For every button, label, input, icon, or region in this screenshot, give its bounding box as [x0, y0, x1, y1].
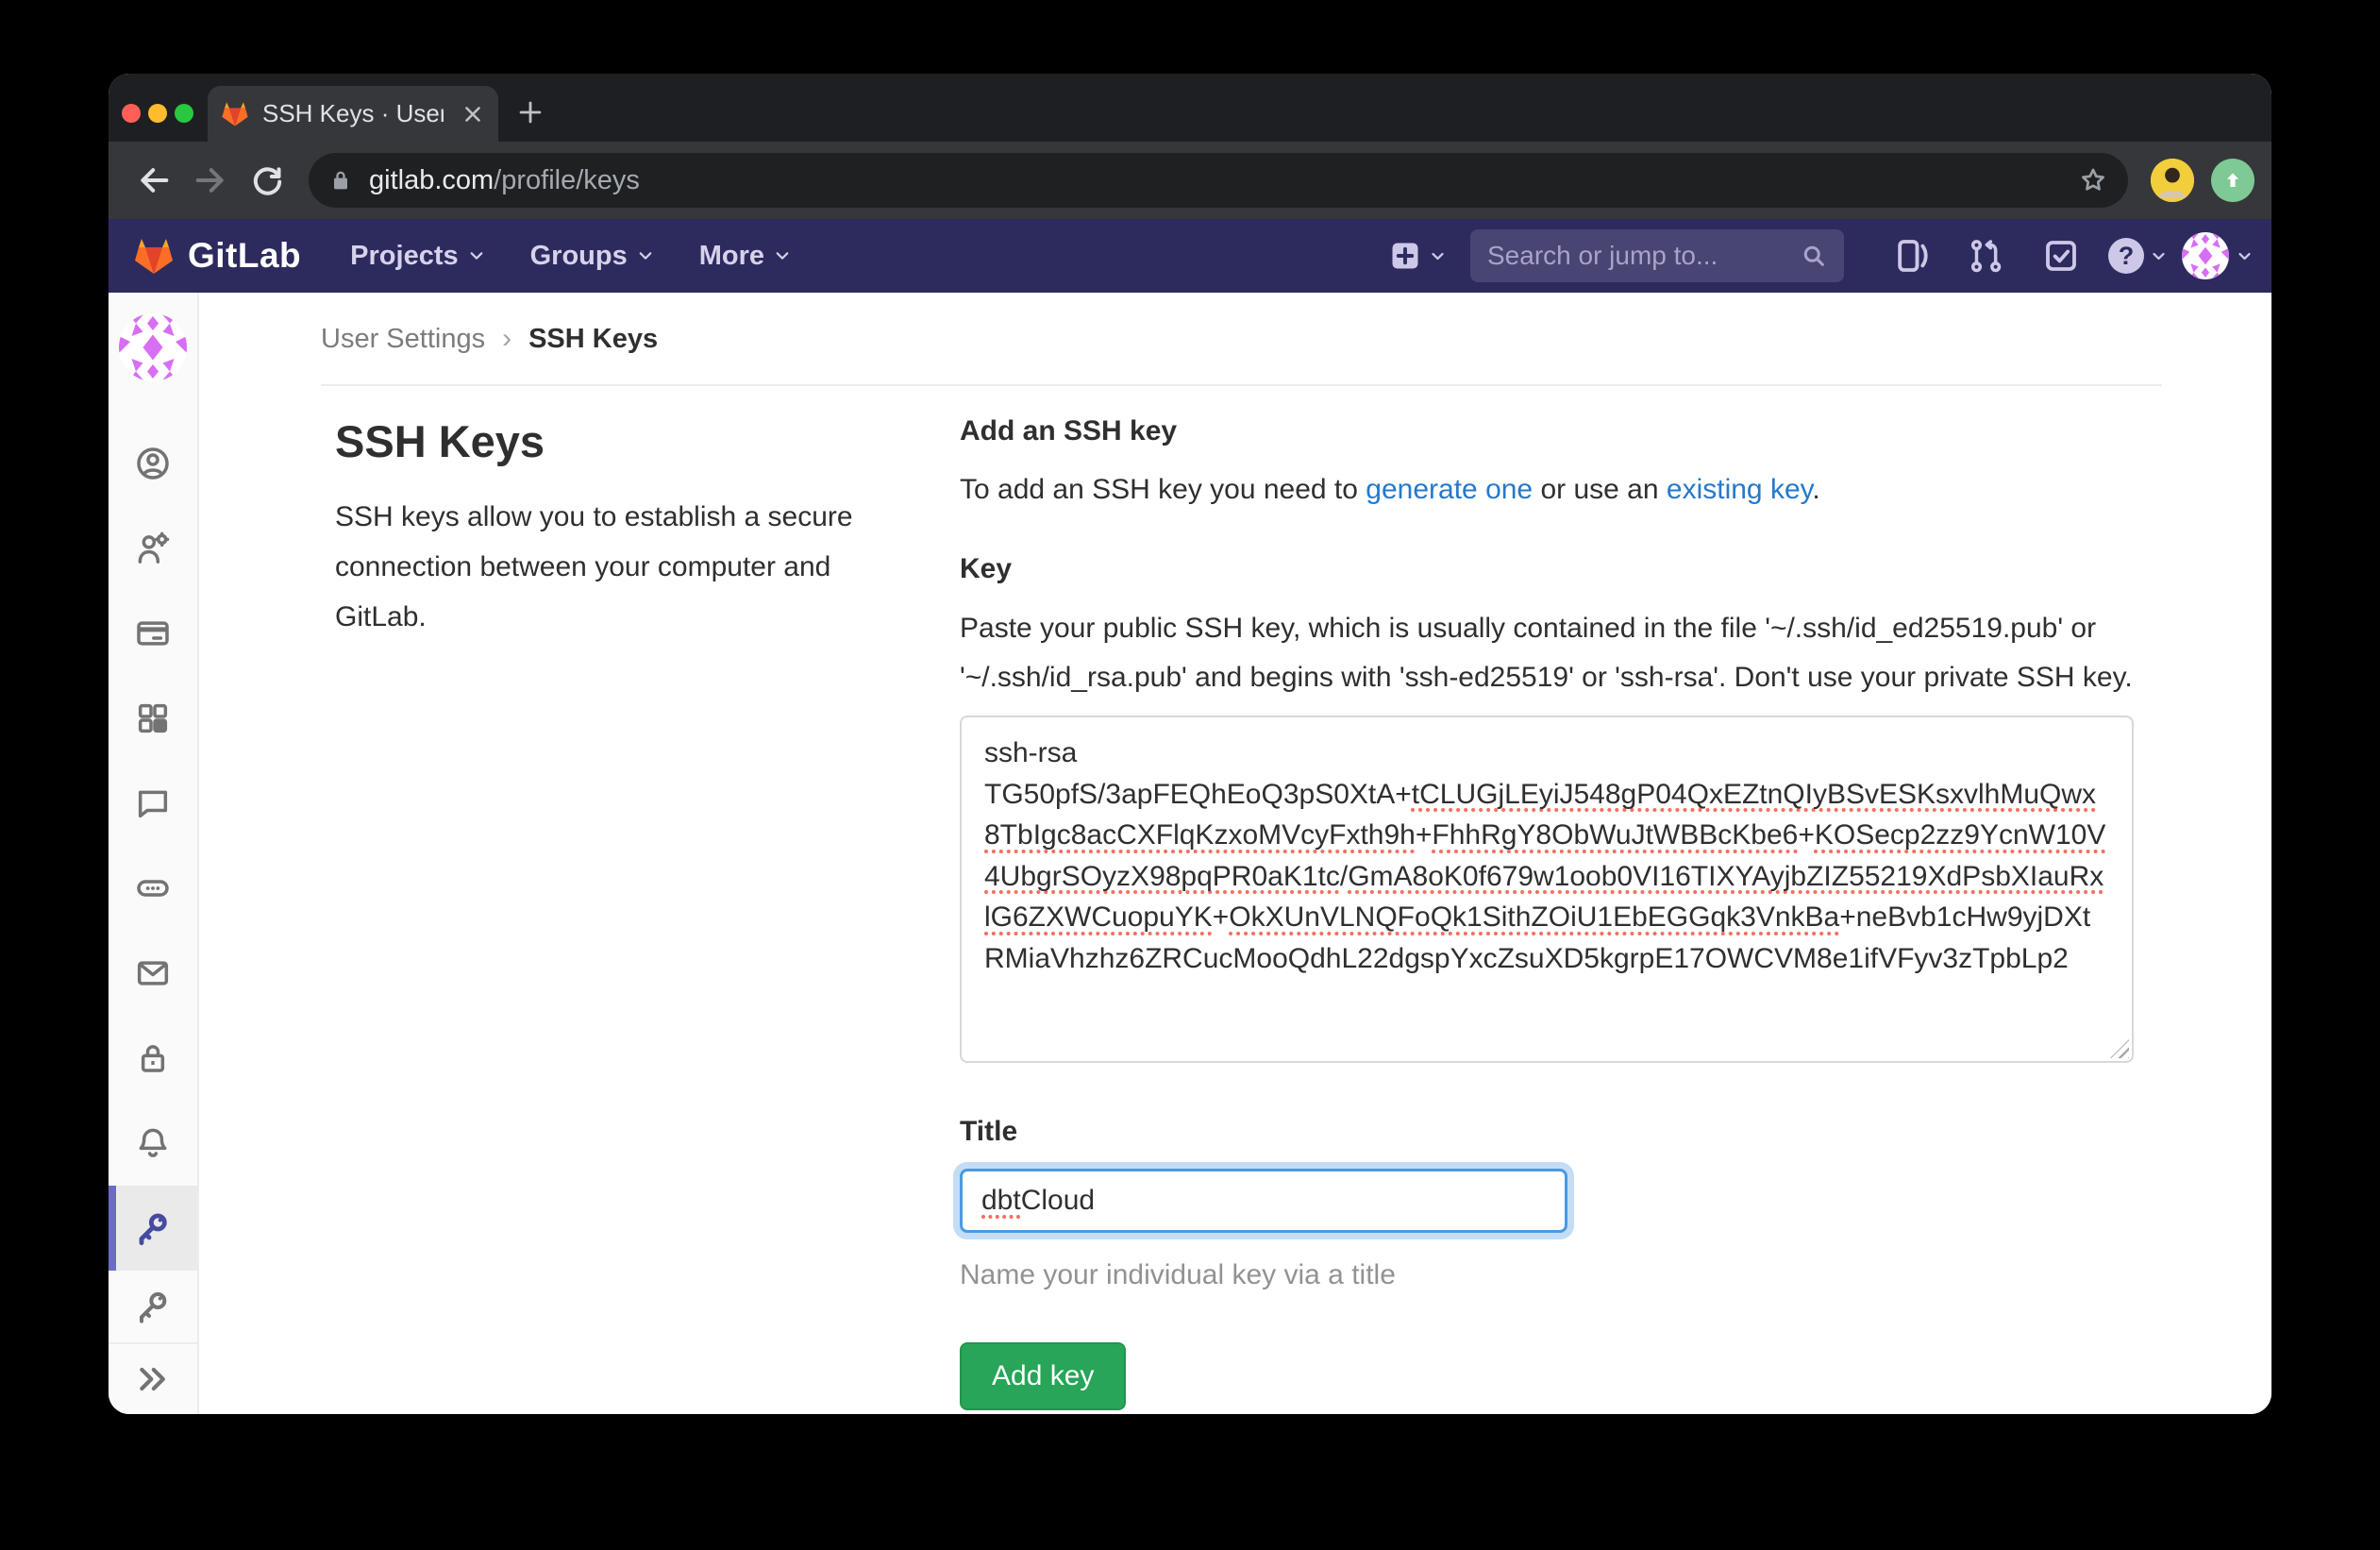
- new-tab-icon[interactable]: [514, 96, 546, 128]
- breadcrumb: User Settings › SSH Keys: [321, 323, 658, 355]
- browser-profile-avatar[interactable]: [2151, 159, 2194, 202]
- emails-icon: [134, 954, 172, 992]
- maximize-window-button[interactable]: [175, 104, 193, 123]
- form-intro: To add an SSH key you need to generate o…: [960, 474, 2134, 506]
- sidebar-item-emails[interactable]: [109, 931, 197, 1016]
- browser-toolbar: gitlab.com/profile/keys: [109, 142, 2271, 219]
- applications-icon: [134, 699, 172, 737]
- sidebar-item-ssh-keys[interactable]: [109, 1186, 197, 1271]
- key-field-label: Key: [960, 553, 2134, 585]
- chevron-down-icon: [1430, 248, 1446, 264]
- billing-icon: [134, 615, 172, 652]
- breadcrumb-user-settings[interactable]: User Settings: [321, 324, 485, 355]
- help-menu-button[interactable]: ?: [2108, 238, 2167, 274]
- gitlab-navbar: GitLab Projects Groups More Search or ju…: [109, 219, 2271, 293]
- menu-more[interactable]: More: [699, 241, 791, 272]
- search-input[interactable]: Search or jump to...: [1470, 229, 1844, 282]
- chevron-down-icon: [468, 247, 485, 264]
- browser-update-button[interactable]: [2211, 159, 2254, 202]
- search-icon: [1801, 243, 1827, 269]
- menu-groups[interactable]: Groups: [530, 241, 654, 272]
- help-icon: ?: [2108, 238, 2144, 274]
- chevron-down-icon: [2151, 248, 2167, 264]
- url-path: /profile/keys: [494, 165, 640, 196]
- access-tokens-icon: [134, 869, 172, 907]
- todos-icon[interactable]: [2042, 237, 2080, 275]
- sidebar-user-avatar: [109, 293, 197, 421]
- chevron-down-icon: [774, 247, 791, 264]
- sidebar-item-gpg-keys[interactable]: [109, 1271, 197, 1342]
- user-menu-button[interactable]: [2182, 232, 2253, 279]
- notifications-bell-icon: [134, 1124, 172, 1162]
- account-icon: [134, 530, 172, 567]
- title-input[interactable]: dbt Cloud: [960, 1169, 1567, 1233]
- close-window-button[interactable]: [122, 104, 141, 123]
- sidebar-expand-button[interactable]: [109, 1342, 197, 1414]
- new-menu-button[interactable]: [1388, 239, 1446, 273]
- tab-title: SSH Keys · User Settings · GitL: [262, 99, 444, 128]
- sidebar-item-account[interactable]: [109, 506, 197, 591]
- plus-square-icon: [1388, 239, 1422, 273]
- chevron-down-icon: [2237, 248, 2253, 264]
- ssh-key-textarea[interactable]: ssh-rsa TG50pfS/3apFEQhEoQ3pS0XtA+tCLUGj…: [960, 716, 2134, 1063]
- add-key-button[interactable]: Add key: [960, 1342, 1126, 1410]
- sidebar-item-applications[interactable]: [109, 676, 197, 761]
- page-description: SSH keys allow you to establish a secure…: [335, 492, 873, 642]
- arrow-up-icon: [2221, 169, 2244, 192]
- bookmark-star-icon[interactable]: [2077, 164, 2109, 196]
- issues-icon[interactable]: [1891, 237, 1929, 275]
- menu-projects[interactable]: Projects: [350, 241, 484, 272]
- user-avatar: [2182, 232, 2229, 279]
- key-field-help: Paste your public SSH key, which is usua…: [960, 604, 2134, 702]
- add-ssh-key-form: Add an SSH key To add an SSH key you nee…: [960, 415, 2134, 1414]
- breadcrumb-ssh-keys: SSH Keys: [528, 324, 658, 355]
- sidebar-item-password[interactable]: [109, 1016, 197, 1101]
- ssh-key-icon: [134, 1209, 172, 1247]
- sidebar-item-notifications[interactable]: [109, 1101, 197, 1186]
- sidebar-item-chat[interactable]: [109, 761, 197, 846]
- gitlab-logo-icon[interactable]: [133, 236, 175, 276]
- breadcrumb-divider: [321, 384, 2162, 386]
- gitlab-favicon-icon: [221, 100, 249, 127]
- generate-one-link[interactable]: generate one: [1366, 474, 1533, 505]
- search-placeholder: Search or jump to...: [1487, 241, 1801, 271]
- existing-key-link[interactable]: existing key: [1667, 474, 1813, 505]
- close-tab-icon[interactable]: [461, 102, 485, 126]
- chevron-down-icon: [637, 247, 654, 264]
- gitlab-wordmark[interactable]: GitLab: [188, 236, 301, 276]
- desktop: { "browser": { "tab_title": "SSH Keys · …: [0, 0, 2380, 1550]
- form-title: Add an SSH key: [960, 415, 2134, 447]
- window-controls: [122, 104, 193, 123]
- password-lock-icon: [134, 1039, 172, 1077]
- url-bar[interactable]: gitlab.com/profile/keys: [309, 153, 2128, 208]
- page-content: User Settings › SSH Keys SSH Keys SSH ke…: [109, 293, 2271, 1414]
- profile-icon: [134, 445, 172, 482]
- minimize-window-button[interactable]: [148, 104, 167, 123]
- breadcrumb-separator: ›: [502, 323, 511, 355]
- sidebar-item-profile[interactable]: [109, 421, 197, 506]
- section-description: SSH Keys SSH keys allow you to establish…: [335, 415, 873, 642]
- url-host: gitlab.com: [369, 165, 494, 196]
- title-field-help: Name your individual key via a title: [960, 1259, 2134, 1291]
- sidebar-item-billing[interactable]: [109, 591, 197, 676]
- title-field-label: Title: [960, 1116, 2134, 1148]
- reload-icon[interactable]: [248, 161, 286, 199]
- gpg-key-icon: [134, 1288, 172, 1325]
- sidebar-item-access-tokens[interactable]: [109, 846, 197, 931]
- browser-tab[interactable]: SSH Keys · User Settings · GitL: [208, 86, 498, 142]
- lock-icon: [327, 166, 354, 194]
- double-chevron-right-icon: [134, 1360, 172, 1398]
- page-title: SSH Keys: [335, 415, 873, 467]
- browser-window: SSH Keys · User Settings · GitL gitlab.c…: [109, 74, 2271, 1414]
- forward-icon[interactable]: [192, 161, 229, 199]
- chat-icon: [134, 784, 172, 822]
- settings-sidebar: [109, 293, 199, 1414]
- tab-strip: SSH Keys · User Settings · GitL: [109, 74, 2271, 142]
- merge-requests-icon[interactable]: [1967, 237, 2004, 275]
- back-icon[interactable]: [135, 161, 173, 199]
